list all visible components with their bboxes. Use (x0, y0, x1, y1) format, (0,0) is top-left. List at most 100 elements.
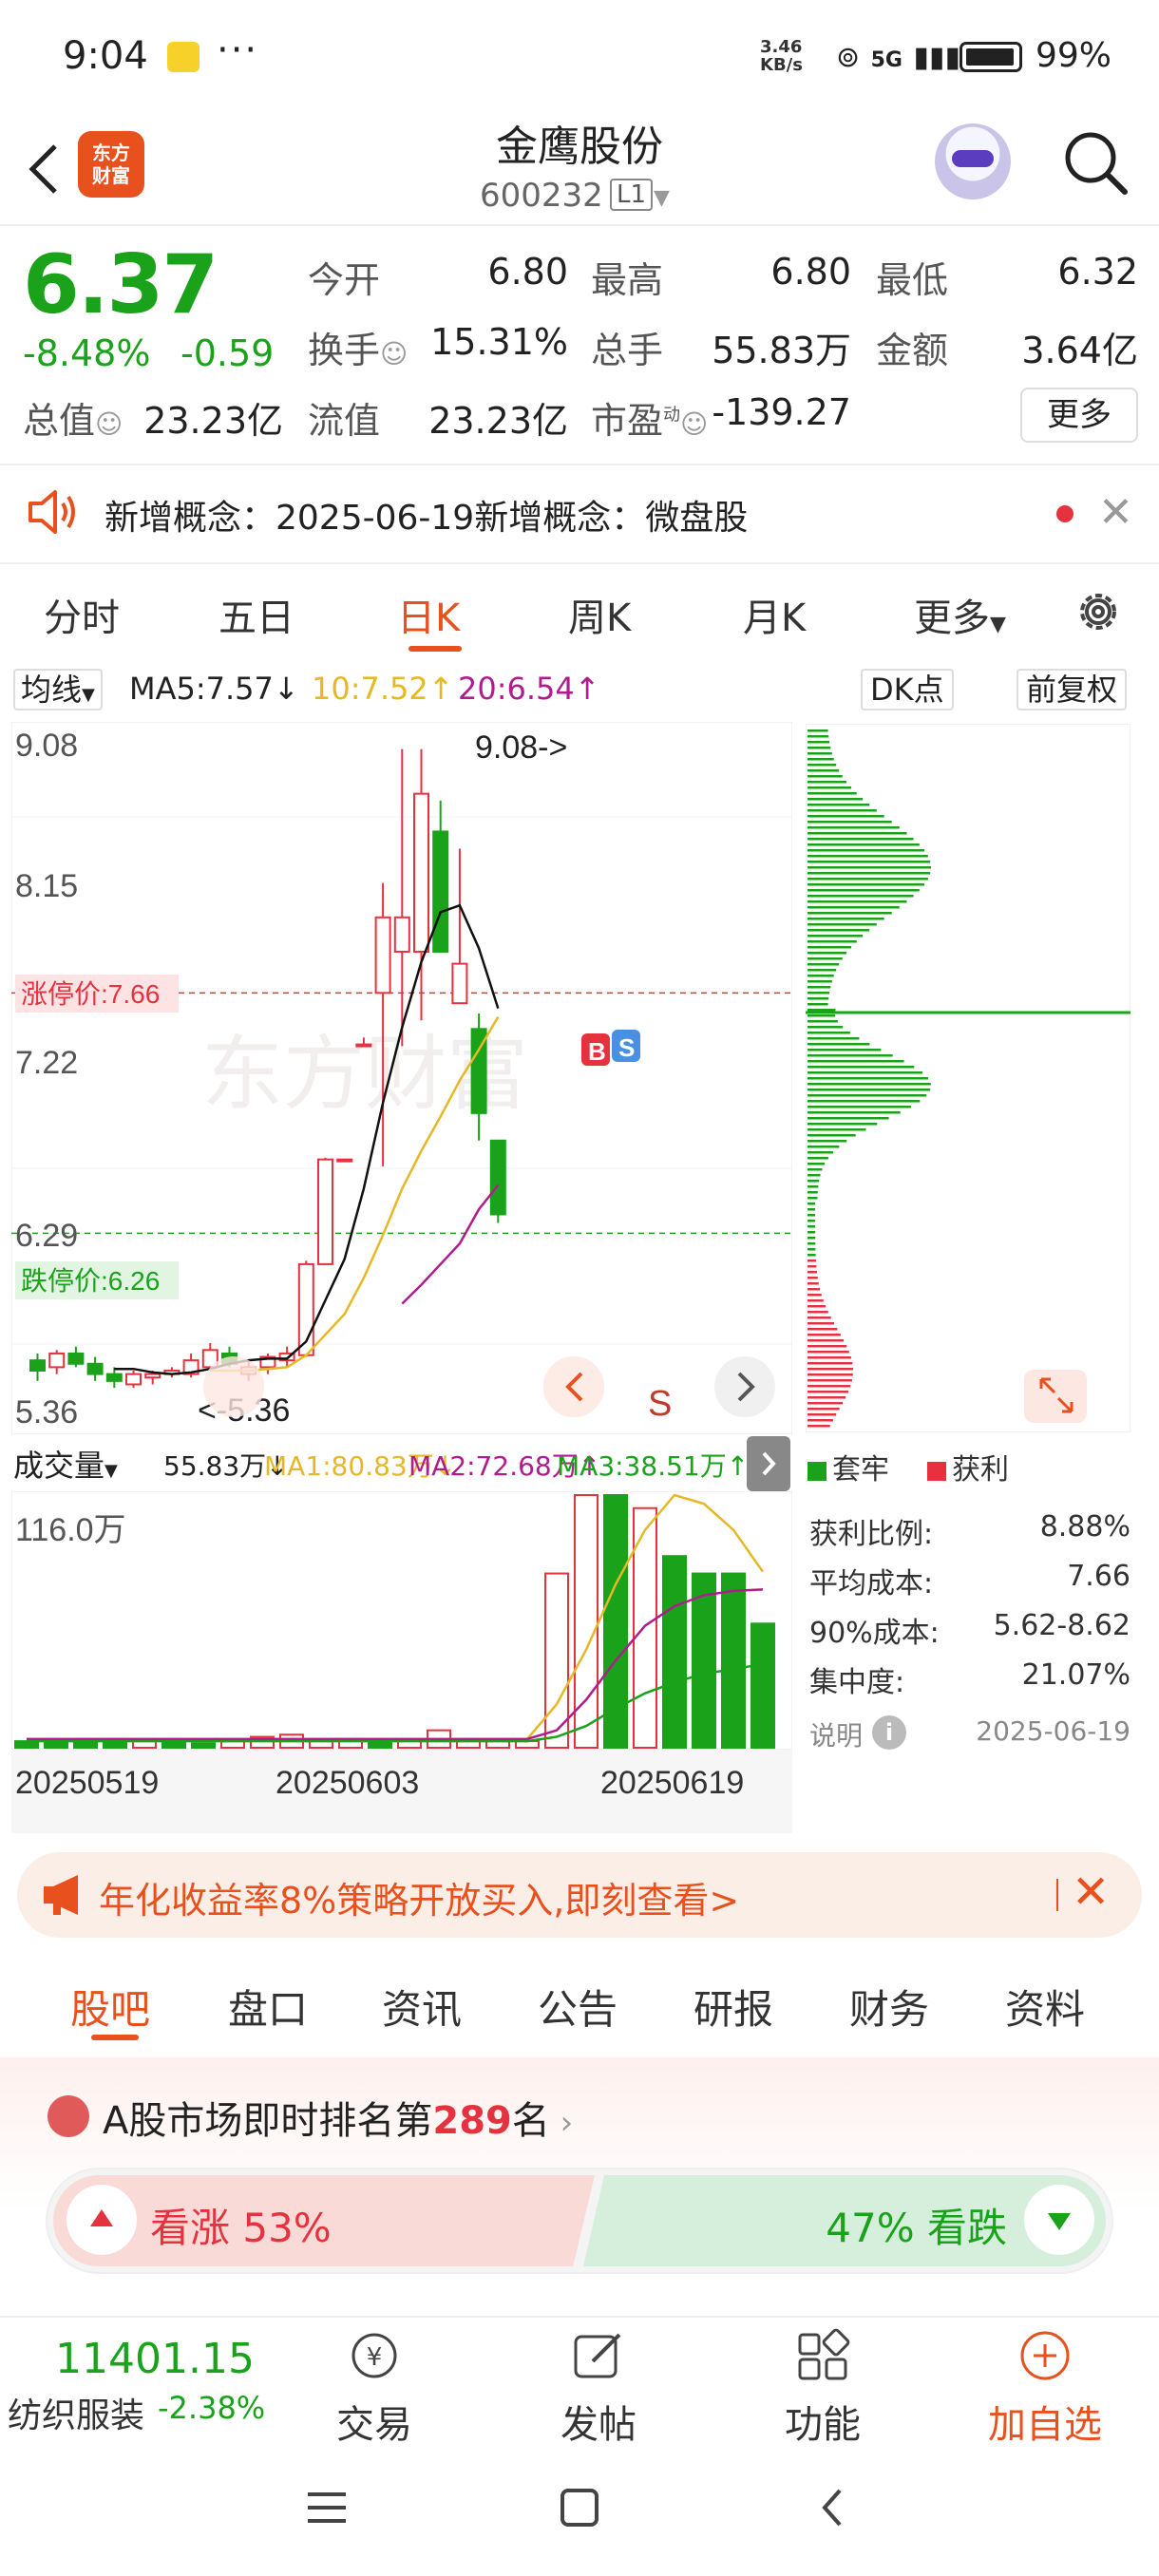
sector-index-value[interactable]: 11401.15 (55, 2335, 255, 2383)
price-axis-label: 8.15 (15, 868, 78, 904)
chevron-down-icon[interactable]: ▼ (654, 186, 670, 210)
chip-bar (808, 1299, 824, 1302)
ma20-label: 20:6.54↑ (458, 671, 600, 707)
chip-bar (808, 1294, 822, 1297)
chip-bar (808, 1157, 828, 1160)
tab-daily-k[interactable]: 日K (397, 587, 460, 642)
back-icon[interactable] (813, 2485, 851, 2530)
svg-text:B: B (588, 1037, 606, 1066)
stat-value: 5.62-8.62 (993, 1609, 1130, 1642)
volume-bar (692, 1572, 716, 1749)
function-label[interactable]: 功能 (747, 2394, 899, 2449)
tab-more[interactable]: 更多▼ (914, 587, 1006, 642)
chip-bar (808, 1094, 927, 1097)
ranking-text[interactable]: A股市场即时排名第289名 › (103, 2090, 573, 2145)
volume-bar (721, 1572, 746, 1749)
quote-value-amount: 3.64亿 (1021, 330, 1138, 371)
ma-select[interactable]: 均线▼ (13, 669, 103, 710)
function-icon[interactable] (794, 2327, 851, 2384)
tab-guba[interactable]: 股吧 (70, 1978, 150, 2036)
chip-bar (808, 775, 843, 778)
chip-bar (808, 1265, 817, 1268)
quote-label-amount: 金额 (876, 330, 949, 371)
tab-finance[interactable]: 财务 (849, 1978, 929, 2036)
chip-bar (808, 1322, 834, 1325)
more-notifications-icon: ··· (217, 28, 259, 72)
tab-order-book[interactable]: 盘口 (228, 1978, 308, 2036)
vote-up-button[interactable] (66, 2185, 137, 2255)
vote-down-button[interactable] (1024, 2185, 1094, 2255)
change-amount: -0.59 (180, 332, 275, 374)
chip-bar (808, 832, 907, 835)
chip-bar (808, 1163, 826, 1165)
tab-weekly-k[interactable]: 周K (568, 587, 631, 642)
stock-code[interactable]: 600232 (480, 177, 603, 215)
expand-indicators-button[interactable] (747, 1436, 790, 1491)
concept-text[interactable]: 新增概念：2025-06-19新增概念：微盘股 (104, 490, 748, 540)
tab-intraday[interactable]: 分时 (44, 587, 120, 642)
home-icon[interactable] (557, 2485, 602, 2530)
menu-icon[interactable] (304, 2487, 350, 2529)
candle-body (29, 1359, 46, 1373)
tab-news[interactable]: 资讯 (382, 1978, 462, 2036)
info-icon[interactable]: ☺ (680, 408, 708, 440)
quote-value-high: 6.80 (770, 251, 851, 293)
chip-bar (808, 1128, 866, 1131)
chip-bar (808, 792, 857, 795)
chip-bar (808, 1242, 816, 1245)
close-icon[interactable]: ✕ (1098, 488, 1133, 537)
tab-profile[interactable]: 资料 (1005, 1978, 1085, 2036)
battery-icon (960, 42, 1022, 72)
scroll-left-button[interactable] (543, 1356, 604, 1417)
search-icon[interactable] (1060, 127, 1130, 198)
chip-bar (808, 1408, 840, 1411)
quote-label-volume: 总手 (591, 330, 664, 371)
robot-assistant-icon[interactable] (935, 123, 1011, 199)
add-watchlist-icon[interactable] (1016, 2327, 1074, 2384)
chip-bar (808, 1066, 915, 1069)
chip-bar (808, 786, 852, 789)
sector-name[interactable]: 纺织服装 (8, 2388, 144, 2437)
volume-select[interactable]: 成交量▼ (13, 1442, 118, 1486)
tab-announcements[interactable]: 公告 (538, 1978, 618, 2036)
chip-bar (808, 1385, 851, 1388)
quote-label-open: 今开 (308, 259, 381, 301)
tab-monthly-k[interactable]: 月K (743, 587, 806, 642)
tab-indicator (408, 646, 462, 652)
dk-point-button[interactable]: DK点 (861, 669, 954, 710)
chip-bar (808, 1111, 901, 1114)
chip-bar (808, 1100, 921, 1103)
price-axis-label: 5.36 (15, 1394, 78, 1430)
quote-label-total-cap: 总值☺ (23, 400, 124, 442)
gear-icon[interactable] (1072, 585, 1125, 638)
info-icon[interactable]: ☺ (95, 408, 123, 440)
more-button[interactable]: 更多 (1020, 388, 1138, 443)
trade-label[interactable]: 交易 (298, 2394, 450, 2449)
quote-label-float-cap: 流值 (308, 400, 381, 442)
info-icon[interactable]: i (872, 1715, 906, 1750)
info-icon[interactable]: ☺ (380, 338, 408, 369)
chip-bar (808, 1049, 882, 1051)
chip-bar (808, 838, 914, 841)
volume-bar (750, 1622, 775, 1749)
tab-five-day[interactable]: 五日 (218, 587, 294, 642)
chip-bar (808, 1311, 828, 1314)
kline-chart[interactable]: 东方财富 9.08 8.15 7.22 6.29 5.36 涨停价:7.66 跌… (11, 722, 792, 1434)
chip-bar (808, 912, 892, 915)
post-icon[interactable] (570, 2327, 627, 2384)
note-label[interactable]: 说明 (809, 1715, 863, 1753)
adjust-button[interactable]: 前复权 (1016, 669, 1128, 710)
ad-text[interactable]: 年化收益率8%策略开放买入,即刻查看> (99, 1871, 739, 1923)
quote-value-pe: -139.27 (712, 391, 851, 433)
candle-body (48, 1352, 66, 1369)
post-label[interactable]: 发帖 (522, 2394, 674, 2449)
add-watchlist-label[interactable]: 加自选 (969, 2394, 1121, 2449)
volume-chart[interactable]: 116.0万 20250519 20250603 20250619 (11, 1491, 792, 1833)
trade-icon[interactable]: ¥ (346, 2327, 403, 2384)
bearish-percent: 47% 看跌 (826, 2205, 1007, 2251)
close-icon[interactable]: ✕ (1072, 1866, 1110, 1919)
tab-research[interactable]: 研报 (694, 1978, 773, 2036)
scroll-right-button[interactable] (714, 1356, 775, 1417)
zoom-out-button[interactable] (203, 1356, 264, 1417)
chip-bar (808, 1071, 922, 1074)
